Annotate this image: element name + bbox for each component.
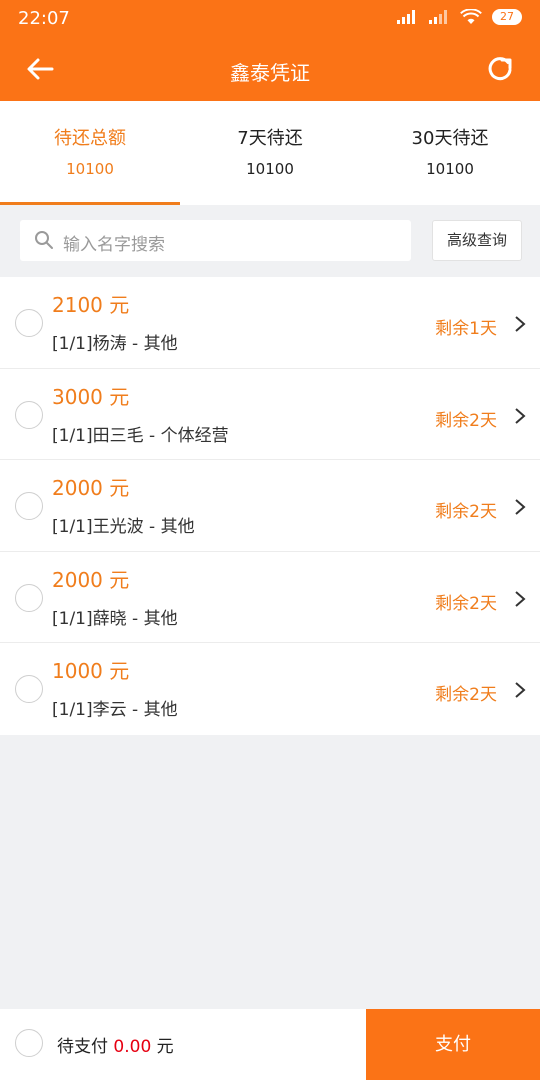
list-item[interactable]: 2000 元 [1/1]薛晓 - 其他 剩余2天 <box>0 551 540 643</box>
item-amount: 2100 元 <box>52 293 130 317</box>
tab-total-due[interactable]: 待还总额 10100 <box>0 101 180 205</box>
tab-label: 待还总额 <box>54 128 126 149</box>
app: 22:07 27 鑫泰凭证 待还总额 10100 7天待还 10100 30天待… <box>0 0 540 1080</box>
tab-label: 30天待还 <box>411 128 489 149</box>
signal-icon <box>429 10 447 24</box>
chevron-right-icon <box>515 590 526 607</box>
tab-value: 10100 <box>246 160 294 178</box>
status-bar: 22:07 27 <box>0 0 540 38</box>
item-description: [1/1]王光波 - 其他 <box>52 517 195 537</box>
pending-amount: 0.00 <box>113 1037 152 1057</box>
tab-label: 7天待还 <box>237 128 303 149</box>
tab-value: 10100 <box>426 160 474 178</box>
search-row: 输入名字搜索 高级查询 <box>0 205 540 277</box>
battery-icon: 27 <box>492 9 522 25</box>
status-time: 22:07 <box>18 8 70 29</box>
refresh-icon[interactable] <box>482 52 518 88</box>
item-remaining-days: 剩余2天 <box>435 410 497 431</box>
tab-value: 10100 <box>66 160 114 178</box>
search-input[interactable]: 输入名字搜索 <box>20 220 411 261</box>
list-item[interactable]: 1000 元 [1/1]李云 - 其他 剩余2天 <box>0 643 540 735</box>
item-remaining-days: 剩余2天 <box>435 685 497 705</box>
advanced-search-button[interactable]: 高级查询 <box>432 220 522 261</box>
item-amount: 2000 元 <box>52 567 130 592</box>
chevron-right-icon <box>515 407 526 424</box>
item-description: [1/1]田三毛 - 个体经营 <box>52 425 229 446</box>
select-radio[interactable] <box>15 583 43 612</box>
item-remaining-days: 剩余2天 <box>435 502 497 522</box>
pay-button[interactable]: 支付 <box>366 1009 540 1080</box>
item-description: [1/1]杨涛 - 其他 <box>52 334 178 354</box>
wifi-icon <box>460 9 482 24</box>
pending-unit: 元 <box>156 1037 174 1057</box>
list-item[interactable]: 3000 元 [1/1]田三毛 - 个体经营 剩余2天 <box>0 368 540 460</box>
status-icons: 27 <box>396 9 522 25</box>
item-remaining-days: 剩余1天 <box>435 319 497 339</box>
select-all-radio[interactable] <box>15 1029 43 1057</box>
summary-tabs: 待还总额 10100 7天待还 10100 30天待还 10100 <box>0 101 540 205</box>
list-item[interactable]: 2000 元 [1/1]王光波 - 其他 剩余2天 <box>0 460 540 552</box>
pending-label: 待支付 <box>57 1037 108 1057</box>
navbar: 鑫泰凭证 <box>0 38 540 101</box>
header: 22:07 27 鑫泰凭证 <box>0 0 540 101</box>
bottom-bar: 待支付 0.00 元 支付 <box>0 1009 540 1080</box>
list-item[interactable]: 2100 元 [1/1]杨涛 - 其他 剩余1天 <box>0 277 540 369</box>
select-radio[interactable] <box>15 400 43 429</box>
item-amount: 2000 元 <box>52 476 130 500</box>
page-title: 鑫泰凭证 <box>230 61 310 85</box>
item-amount: 1000 元 <box>52 659 130 683</box>
select-radio[interactable] <box>15 675 43 703</box>
search-icon <box>35 231 53 249</box>
tab-7-days[interactable]: 7天待还 10100 <box>180 101 360 205</box>
chevron-right-icon <box>515 499 526 515</box>
item-amount: 3000 元 <box>52 384 130 409</box>
select-radio[interactable] <box>15 492 43 520</box>
item-remaining-days: 剩余2天 <box>435 593 497 614</box>
signal-icon <box>397 10 415 24</box>
item-description: [1/1]李云 - 其他 <box>52 700 178 720</box>
repayment-list: 2100 元 [1/1]杨涛 - 其他 剩余1天 3000 元 [1/1]田三毛… <box>0 277 540 735</box>
chevron-right-icon <box>515 682 526 698</box>
search-placeholder: 输入名字搜索 <box>63 235 165 255</box>
pending-payment: 待支付 0.00 元 <box>57 1032 174 1057</box>
item-description: [1/1]薛晓 - 其他 <box>52 608 178 629</box>
tab-30-days[interactable]: 30天待还 10100 <box>360 101 540 205</box>
select-radio[interactable] <box>15 309 43 337</box>
chevron-right-icon <box>515 316 526 332</box>
